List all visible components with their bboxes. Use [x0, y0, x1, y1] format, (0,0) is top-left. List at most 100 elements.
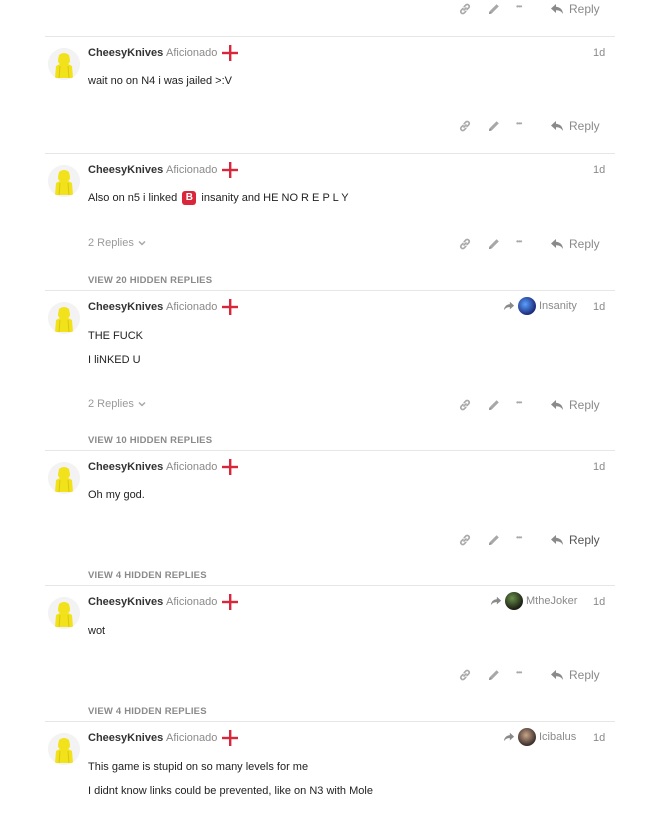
username[interactable]: CheesyKnives — [88, 164, 163, 176]
comment-text: I didnt know links could be prevented, l… — [88, 785, 373, 797]
replies-count-label: 2 Replies — [88, 398, 134, 410]
avatar[interactable] — [48, 733, 80, 765]
reply-to-avatar — [518, 728, 536, 746]
replies-toggle[interactable]: 2 Replies — [88, 237, 147, 249]
user-role: Aficionado — [166, 596, 218, 608]
reply-button[interactable]: Reply — [550, 668, 600, 682]
reply-button[interactable]: Reply — [550, 533, 600, 547]
share-icon — [490, 595, 502, 607]
divider — [45, 290, 615, 291]
reply-label: Reply — [569, 668, 600, 682]
timestamp: 1d — [593, 732, 606, 744]
chevron-down-icon — [137, 399, 147, 409]
reply-icon — [550, 398, 564, 412]
reply-label: Reply — [569, 119, 600, 133]
reply-to-avatar — [518, 297, 536, 315]
more-icon[interactable]: ••• — [516, 2, 522, 11]
view-hidden-replies-link[interactable]: VIEW 4 HIDDEN REPLIES — [88, 570, 207, 581]
share-icon — [503, 731, 515, 743]
reply-button[interactable]: Reply — [550, 237, 600, 251]
timestamp: 1d — [593, 47, 606, 59]
timestamp: 1d — [593, 164, 606, 176]
username[interactable]: CheesyKnives — [88, 732, 163, 744]
reply-to-avatar — [505, 592, 523, 610]
comment-text: Oh my god. — [88, 489, 145, 501]
pencil-icon[interactable] — [487, 2, 501, 16]
comment-text: wait no on N4 i was jailed >:V — [88, 75, 232, 87]
divider — [45, 153, 615, 154]
more-icon[interactable]: ••• — [516, 668, 522, 677]
username[interactable]: CheesyKnives — [88, 461, 163, 473]
b-badge-icon[interactable]: B — [182, 191, 197, 205]
user-role: Aficionado — [166, 461, 218, 473]
reply-button[interactable]: Reply — [550, 398, 600, 412]
flag-icon — [222, 459, 238, 475]
link-icon[interactable] — [458, 119, 472, 133]
more-icon[interactable]: ••• — [516, 119, 522, 128]
user-role: Aficionado — [166, 301, 218, 313]
more-icon[interactable]: ••• — [516, 398, 522, 407]
link-icon[interactable] — [458, 237, 472, 251]
reply-label: Reply — [569, 533, 600, 547]
flag-icon — [222, 730, 238, 746]
user-role: Aficionado — [166, 732, 218, 744]
divider — [45, 585, 615, 586]
reply-to-link[interactable]: MtheJoker — [490, 592, 577, 610]
link-icon[interactable] — [458, 2, 472, 16]
user-role: Aficionado — [166, 47, 218, 59]
pencil-icon[interactable] — [487, 237, 501, 251]
reply-button[interactable]: Reply — [550, 119, 600, 133]
avatar[interactable] — [48, 597, 80, 629]
reply-to-username: Insanity — [539, 300, 577, 312]
divider — [45, 36, 615, 37]
timestamp: 1d — [593, 301, 606, 313]
reply-icon — [550, 119, 564, 133]
divider — [45, 450, 615, 451]
link-icon[interactable] — [458, 398, 472, 412]
avatar[interactable] — [48, 302, 80, 334]
chevron-down-icon — [137, 238, 147, 248]
replies-toggle[interactable]: 2 Replies — [88, 398, 147, 410]
comment-text-part: insanity and HE NO R E P L Y — [201, 191, 349, 204]
pencil-icon[interactable] — [487, 119, 501, 133]
pencil-icon[interactable] — [487, 398, 501, 412]
reply-icon — [550, 533, 564, 547]
reply-icon — [550, 2, 564, 16]
view-hidden-replies-link[interactable]: VIEW 10 HIDDEN REPLIES — [88, 435, 212, 446]
username[interactable]: CheesyKnives — [88, 301, 163, 313]
avatar[interactable] — [48, 462, 80, 494]
reply-label: Reply — [569, 398, 600, 412]
link-icon[interactable] — [458, 668, 472, 682]
timestamp: 1d — [593, 596, 606, 608]
flag-icon — [222, 299, 238, 315]
avatar[interactable] — [48, 165, 80, 197]
username[interactable]: CheesyKnives — [88, 47, 163, 59]
reply-label: Reply — [569, 2, 600, 16]
username[interactable]: CheesyKnives — [88, 596, 163, 608]
more-icon[interactable]: ••• — [516, 533, 522, 542]
view-hidden-replies-link[interactable]: VIEW 4 HIDDEN REPLIES — [88, 706, 207, 717]
avatar[interactable] — [48, 48, 80, 80]
replies-count-label: 2 Replies — [88, 237, 134, 249]
comment-text: THE FUCK — [88, 330, 143, 342]
reply-button[interactable]: Reply — [550, 2, 600, 16]
reply-to-username: MtheJoker — [526, 595, 578, 607]
reply-label: Reply — [569, 237, 600, 251]
timestamp: 1d — [593, 461, 606, 473]
flag-icon — [222, 594, 238, 610]
comment-text-part: Also on n5 i linked — [88, 191, 178, 204]
more-icon[interactable]: ••• — [516, 237, 522, 246]
flag-icon — [222, 45, 238, 61]
comment-text: I liNKED U — [88, 354, 141, 366]
reply-to-username: Icibalus — [539, 731, 577, 743]
comment-text: wot — [88, 625, 106, 637]
view-hidden-replies-link[interactable]: VIEW 20 HIDDEN REPLIES — [88, 275, 212, 286]
reply-icon — [550, 668, 564, 682]
pencil-icon[interactable] — [487, 668, 501, 682]
reply-to-link[interactable]: Icibalus — [503, 728, 576, 746]
reply-to-link[interactable]: Insanity — [503, 297, 577, 315]
flag-icon — [222, 162, 238, 178]
link-icon[interactable] — [458, 533, 472, 547]
user-role: Aficionado — [166, 164, 218, 176]
pencil-icon[interactable] — [487, 533, 501, 547]
